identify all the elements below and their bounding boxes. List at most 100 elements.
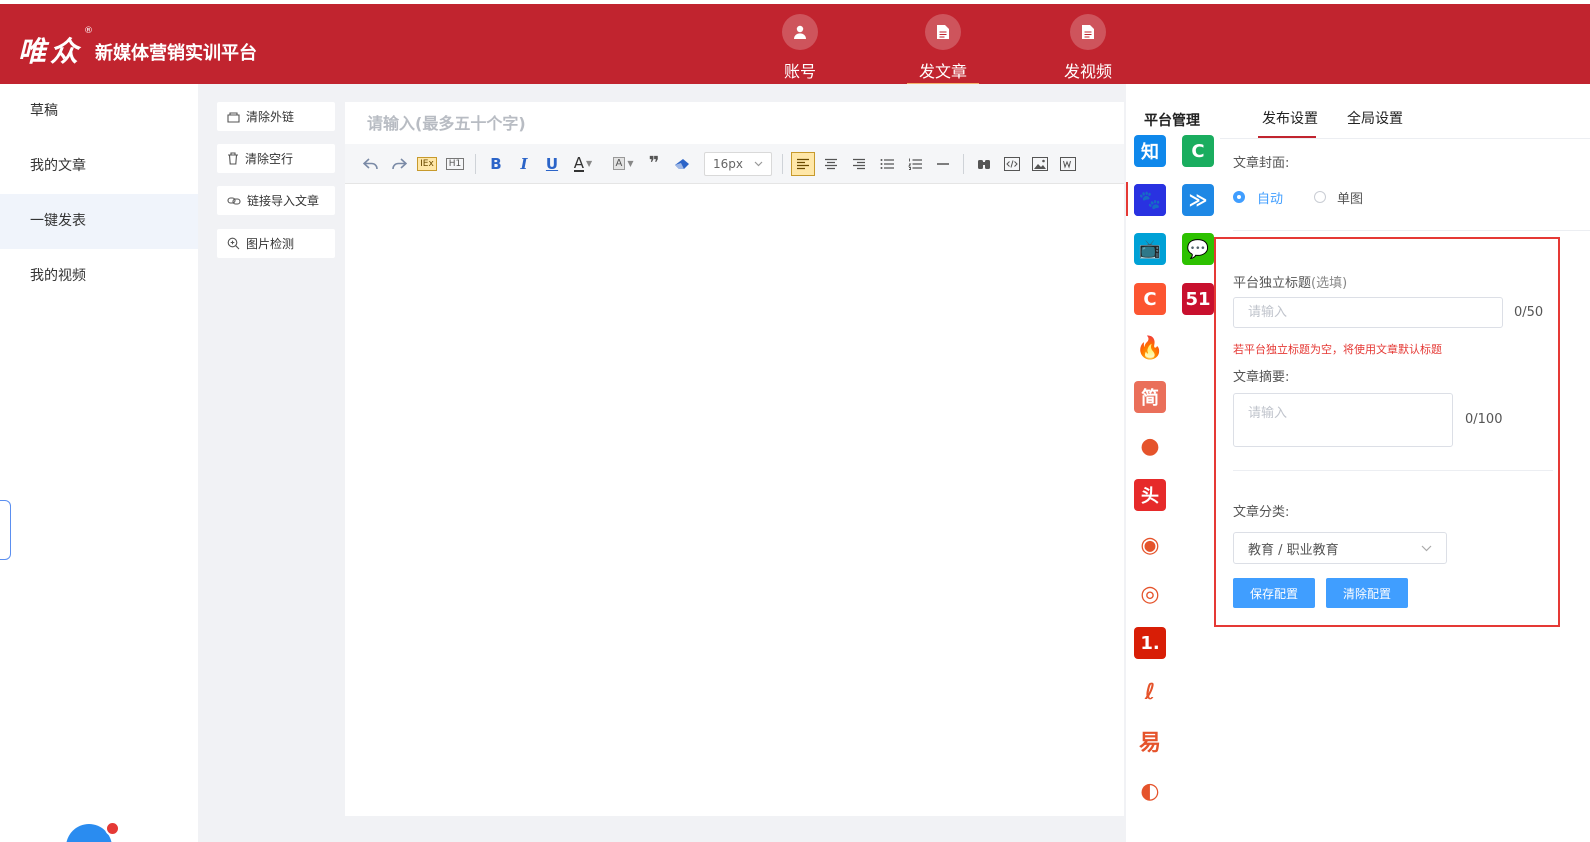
jianshu-icon[interactable]: 简 bbox=[1134, 381, 1166, 413]
summary-divider bbox=[1233, 470, 1553, 471]
baidu-icon[interactable]: 🐾 bbox=[1134, 184, 1166, 216]
cover-label: 文章封面: bbox=[1233, 156, 1290, 171]
undo-icon[interactable] bbox=[359, 152, 383, 176]
search-replace-icon[interactable] bbox=[972, 152, 996, 176]
zhihu-icon[interactable]: 知 bbox=[1134, 135, 1166, 167]
sidebar-item-my-videos[interactable]: 我的视频 bbox=[0, 249, 198, 304]
word-import-icon[interactable] bbox=[1056, 152, 1080, 176]
clear-external-links-button[interactable]: 清除外链 bbox=[217, 102, 335, 131]
tabs-divider bbox=[1220, 138, 1590, 139]
brush-logo-icon[interactable]: ℓ bbox=[1134, 676, 1166, 708]
platform-c-glyph: C bbox=[1191, 140, 1205, 162]
nav-label-account: 账号 bbox=[783, 62, 816, 81]
editor-toolbar: IEx H1 B I U A ▼ A ▼ ❞ 16px bbox=[345, 144, 1124, 184]
document-icon bbox=[925, 14, 961, 50]
platform-active-indicator bbox=[1126, 182, 1128, 216]
document-icon bbox=[1070, 14, 1106, 50]
summary-textarea[interactable] bbox=[1233, 393, 1453, 447]
bilibili-icon[interactable]: 📺 bbox=[1134, 233, 1166, 265]
csdn-glyph: C bbox=[1143, 288, 1157, 310]
csdn-icon[interactable]: C bbox=[1134, 283, 1166, 315]
clear-empty-lines-button[interactable]: 清除空行 bbox=[217, 144, 335, 173]
cover-single-radio[interactable] bbox=[1314, 191, 1326, 203]
app-root: 唯众 ® 新媒体营销实训平台 账号 发文章 发视频 草稿 我的文章 一键发表 我… bbox=[0, 0, 1590, 842]
font-size-select[interactable]: 16px bbox=[704, 151, 772, 176]
brush-logo-glyph: ℓ bbox=[1144, 679, 1156, 705]
user-icon bbox=[782, 14, 818, 50]
h1-icon[interactable]: H1 bbox=[443, 152, 467, 176]
clear-external-links-label: 清除外链 bbox=[246, 110, 295, 124]
platform-title-input[interactable] bbox=[1233, 297, 1503, 328]
toolbar-separator bbox=[963, 153, 964, 174]
zhihu-glyph: 知 bbox=[1141, 142, 1159, 163]
platform-title-label-text: 平台独立标题 bbox=[1233, 276, 1312, 291]
yidian-icon[interactable]: 1. bbox=[1134, 627, 1166, 659]
circle-logo-icon[interactable]: ◎ bbox=[1134, 578, 1166, 610]
weibo-icon[interactable]: ◉ bbox=[1134, 529, 1166, 561]
code-icon[interactable] bbox=[1000, 152, 1024, 176]
platform-title-optional: (选填) bbox=[1311, 276, 1348, 291]
cover-auto-label: 自动 bbox=[1257, 192, 1284, 207]
platform-title-count: 0/50 bbox=[1514, 305, 1544, 320]
toutiao-icon[interactable]: 头 bbox=[1134, 479, 1166, 511]
unlink-icon bbox=[227, 111, 240, 123]
51cto-icon[interactable]: 51 bbox=[1182, 283, 1214, 315]
stack-icon[interactable]: ≫ bbox=[1182, 184, 1214, 216]
quote-icon[interactable]: ❞ bbox=[642, 152, 666, 176]
floating-helper-button[interactable] bbox=[60, 820, 120, 842]
ordered-list-icon[interactable] bbox=[903, 152, 927, 176]
bold-icon[interactable]: B bbox=[484, 152, 508, 176]
eraser-icon[interactable] bbox=[670, 152, 694, 176]
wechat-glyph: 💬 bbox=[1186, 238, 1210, 260]
tab-global-settings[interactable]: 全局设置 bbox=[1347, 108, 1403, 128]
underline-icon[interactable]: U bbox=[540, 152, 564, 176]
sidebar-collapse-handle[interactable] bbox=[0, 500, 11, 560]
summary-count: 0/100 bbox=[1465, 412, 1503, 427]
circle-logo-glyph: ◎ bbox=[1140, 581, 1160, 607]
top-header: 唯众 ® 新媒体营销实训平台 账号 发文章 发视频 bbox=[0, 0, 1590, 86]
sidebar-item-my-articles[interactable]: 我的文章 bbox=[0, 139, 198, 194]
nav-tab-post-article[interactable]: 发文章 bbox=[883, 14, 1003, 88]
nav-label-post-article: 发文章 bbox=[918, 62, 967, 81]
article-title-input[interactable] bbox=[345, 102, 1124, 144]
image-icon[interactable] bbox=[1028, 152, 1052, 176]
save-config-button[interactable]: 保存配置 bbox=[1233, 578, 1315, 608]
clear-empty-lines-label: 清除空行 bbox=[245, 152, 294, 166]
nav-tab-post-video[interactable]: 发视频 bbox=[1028, 14, 1148, 88]
trash-icon bbox=[228, 152, 238, 165]
sohu-icon[interactable]: ● bbox=[1134, 430, 1166, 462]
left-sidebar: 草稿 我的文章 一键发表 我的视频 bbox=[0, 84, 198, 842]
platform-c-icon[interactable]: C bbox=[1182, 135, 1214, 167]
font-color-icon[interactable]: A ▼ bbox=[568, 152, 598, 176]
notification-dot bbox=[105, 821, 120, 836]
tab-publish-settings[interactable]: 发布设置 bbox=[1262, 108, 1318, 128]
sidebar-item-drafts[interactable]: 草稿 bbox=[0, 84, 198, 139]
background-color-icon[interactable]: A ▼ bbox=[608, 152, 638, 176]
import-article-by-link-button[interactable]: 链接导入文章 bbox=[217, 186, 335, 215]
font-size-value: 16px bbox=[713, 156, 743, 171]
toolbar-separator bbox=[782, 153, 783, 174]
platform-title-hint: 若平台独立标题为空，将使用文章默认标题 bbox=[1233, 343, 1442, 356]
spiral-logo-icon[interactable]: ◐ bbox=[1134, 775, 1166, 807]
horizontal-rule-icon[interactable] bbox=[931, 152, 955, 176]
cover-auto-radio[interactable] bbox=[1233, 191, 1245, 203]
align-center-icon[interactable] bbox=[819, 152, 843, 176]
category-select[interactable]: 教育 / 职业教育 bbox=[1233, 532, 1447, 564]
zoom-icon bbox=[227, 237, 240, 250]
cover-single-label: 单图 bbox=[1337, 192, 1364, 207]
redo-icon[interactable] bbox=[387, 152, 411, 176]
netease-icon[interactable]: 易 bbox=[1134, 725, 1166, 757]
wechat-icon[interactable]: 💬 bbox=[1182, 233, 1214, 265]
nav-tab-account[interactable]: 账号 bbox=[740, 14, 860, 88]
image-check-label: 图片检测 bbox=[246, 237, 295, 251]
align-left-icon[interactable] bbox=[791, 151, 815, 176]
image-check-button[interactable]: 图片检测 bbox=[217, 229, 335, 258]
flame-icon[interactable]: 🔥 bbox=[1134, 332, 1166, 364]
unordered-list-icon[interactable] bbox=[875, 152, 899, 176]
italic-icon[interactable]: I bbox=[512, 152, 536, 176]
editor-content-area[interactable] bbox=[345, 184, 1124, 816]
clear-config-button[interactable]: 清除配置 bbox=[1326, 578, 1408, 608]
format-text-icon[interactable]: IEx bbox=[415, 152, 439, 176]
align-right-icon[interactable] bbox=[847, 152, 871, 176]
sidebar-item-one-click-publish[interactable]: 一键发表 bbox=[0, 194, 198, 249]
